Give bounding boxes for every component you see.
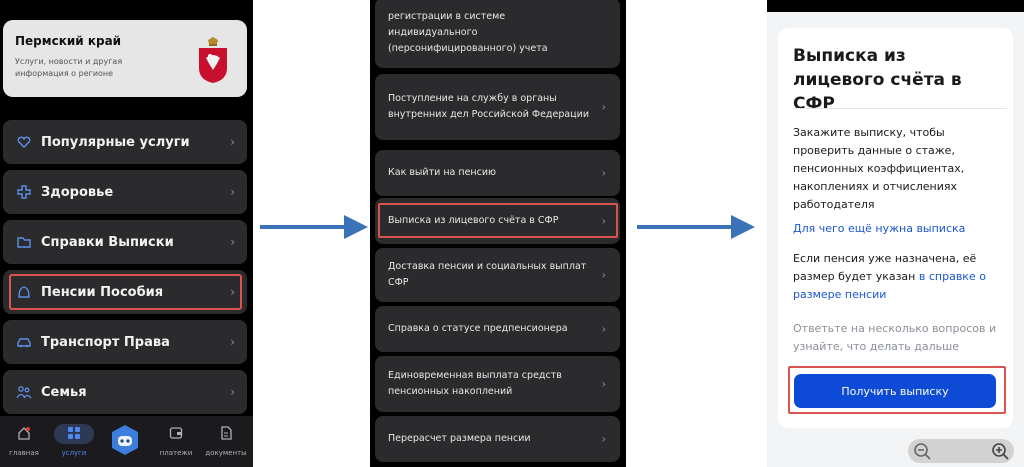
menu-label: Семья <box>41 384 87 400</box>
why-statement-link[interactable]: Для чего ещё нужна выписка <box>793 220 1008 238</box>
nav-label: платежи <box>159 449 193 457</box>
highlight-box <box>378 203 618 238</box>
chevron-right-icon: › <box>230 235 235 249</box>
highlight-box <box>9 274 242 310</box>
car-icon <box>15 333 33 351</box>
arrow-right-icon <box>260 215 368 239</box>
list-item-label: Поступление на службу в органы внутренни… <box>388 93 589 120</box>
hint-text: Ответьте на несколько вопросов и узнайте… <box>793 322 997 353</box>
folder-icon <box>15 233 33 251</box>
plus-icon <box>15 183 33 201</box>
zoom-control <box>908 439 1014 463</box>
chevron-right-icon: › <box>601 432 606 446</box>
list-item-label: Доставка пенсии и социальных выплат СФР <box>388 261 587 288</box>
region-card[interactable]: Пермский край Услуги, новости и другая и… <box>3 20 247 97</box>
nav-label: документы <box>205 449 247 457</box>
menu-item-transport[interactable]: Транспорт Права › <box>3 320 247 364</box>
bottom-nav: главная услуги платежи документы <box>0 416 253 467</box>
divider <box>793 108 1007 109</box>
list-item-label: Справка о статусе предпенсионера <box>388 323 568 334</box>
nav-label: главная <box>9 449 39 457</box>
document-icon <box>221 426 232 440</box>
chevron-right-icon: › <box>601 322 606 336</box>
nav-home[interactable]: главная <box>2 422 46 457</box>
pensions-list-screen: регистрации в системе индивидуального (п… <box>370 0 626 467</box>
list-item-label: Как выйти на пенсию <box>388 167 497 178</box>
list-item-recalculation[interactable]: Перерасчет размера пенсии › <box>375 416 620 462</box>
highlight-box <box>788 366 1006 414</box>
chevron-right-icon: › <box>601 377 606 391</box>
status-bar <box>767 0 1024 12</box>
chevron-right-icon: › <box>230 135 235 149</box>
list-item-lump-sum[interactable]: Единовременная выплата средств пенсионны… <box>375 356 620 412</box>
nav-assistant[interactable] <box>103 424 147 460</box>
chevron-right-icon: › <box>230 335 235 349</box>
region-subtitle: Услуги, новости и другая информация о ре… <box>15 57 123 78</box>
list-item-label: Единовременная выплата средств пенсионны… <box>388 370 562 397</box>
menu-label: Справки Выписки <box>41 234 174 250</box>
menu-item-certificates[interactable]: Справки Выписки › <box>3 220 247 264</box>
page-title: Выписка из лицевого счёта в СФР <box>793 46 962 114</box>
heart-icon <box>15 133 33 151</box>
menu-label: Здоровье <box>41 184 114 200</box>
chevron-right-icon: › <box>230 385 235 399</box>
tutorial-canvas: Пермский край Услуги, новости и другая и… <box>0 0 1024 467</box>
list-item-how-to-retire[interactable]: Как выйти на пенсию › <box>375 150 620 196</box>
list-item-registration[interactable]: регистрации в системе индивидуального (п… <box>375 0 620 68</box>
list-item-label: регистрации в системе индивидуального (п… <box>388 11 548 54</box>
menu-label: Транспорт Права <box>41 334 170 350</box>
list-item-pre-pensioner[interactable]: Справка о статусе предпенсионера › <box>375 306 620 352</box>
list-item-label: Перерасчет размера пенсии <box>388 433 531 444</box>
chevron-right-icon: › <box>230 185 235 199</box>
arrow-right-icon <box>637 215 755 239</box>
nav-label: услуги <box>61 449 87 457</box>
grid-icon <box>68 427 80 439</box>
chevron-right-icon: › <box>601 100 606 114</box>
chevron-right-icon: › <box>601 268 606 282</box>
zoom-in-icon[interactable] <box>990 441 1010 461</box>
gosuslugi-services-screen: Пермский край Услуги, новости и другая и… <box>0 0 253 467</box>
robot-assistant-icon <box>112 425 138 455</box>
menu-item-family[interactable]: Семья › <box>3 370 247 414</box>
nav-payments[interactable]: платежи <box>154 422 198 457</box>
coat-of-arms-icon <box>199 37 227 83</box>
list-item-internal-affairs[interactable]: Поступление на службу в органы внутренни… <box>375 74 620 140</box>
nav-documents[interactable]: документы <box>204 422 248 457</box>
chevron-right-icon: › <box>601 166 606 180</box>
menu-item-popular[interactable]: Популярные услуги › <box>3 120 247 164</box>
zoom-out-icon[interactable] <box>912 441 932 461</box>
info-text: Если пенсия уже назначена, её размер буд… <box>793 250 1008 304</box>
family-icon <box>15 383 33 401</box>
menu-item-health[interactable]: Здоровье › <box>3 170 247 214</box>
description-text: Закажите выписку, чтобы проверить данные… <box>793 126 965 211</box>
wallet-icon <box>169 427 183 439</box>
nav-services[interactable]: услуги <box>52 422 96 457</box>
home-icon <box>18 427 30 440</box>
menu-label: Популярные услуги <box>41 134 190 150</box>
list-item-pension-delivery[interactable]: Доставка пенсии и социальных выплат СФР … <box>375 248 620 302</box>
